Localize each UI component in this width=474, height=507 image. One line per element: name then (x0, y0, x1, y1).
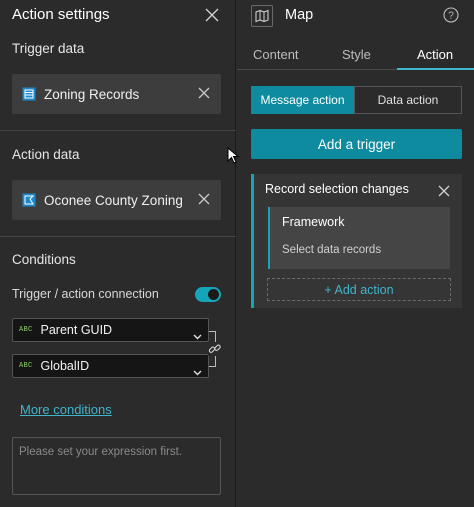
framework-action-item[interactable]: Framework Select data records (268, 207, 450, 269)
remove-action-data-icon[interactable] (197, 192, 211, 211)
active-tab-indicator (397, 68, 474, 70)
close-icon[interactable] (204, 7, 220, 23)
data-action-segment[interactable]: Data action (354, 86, 462, 114)
remove-trigger-icon[interactable] (438, 184, 450, 202)
panel-title: Action settings (12, 6, 110, 23)
chevron-down-icon (193, 363, 202, 381)
widget-title: Map (285, 7, 314, 23)
feature-layer-icon (22, 193, 36, 207)
link-icon (208, 342, 222, 356)
trigger-field-name: Parent GUID (40, 323, 113, 337)
framework-subtitle: Select data records (282, 244, 382, 256)
trigger-data-source-name: Zoning Records (44, 86, 140, 102)
expression-box[interactable]: Please set your expression first. (12, 437, 221, 495)
widget-settings-panel: Map ? Content Style Action Message actio… (237, 0, 474, 507)
tab-style[interactable]: Style (342, 47, 371, 62)
divider (0, 130, 236, 131)
connection-label: Trigger / action connection (12, 287, 159, 301)
remove-trigger-data-icon[interactable] (197, 86, 211, 105)
settings-tabs: Content Style Action (237, 44, 474, 70)
action-data-label: Action data (12, 147, 80, 162)
add-trigger-button[interactable]: Add a trigger (251, 129, 462, 159)
divider (0, 236, 236, 237)
widget-header: Map ? (237, 0, 474, 36)
action-settings-panel: Action settings Trigger data Zoning Reco… (0, 0, 236, 507)
help-icon[interactable]: ? (443, 7, 459, 23)
message-action-segment[interactable]: Message action (251, 86, 354, 114)
action-field-name: GlobalID (40, 359, 90, 373)
action-field-select[interactable]: ABC GlobalID (12, 354, 209, 378)
trigger-field-select[interactable]: ABC Parent GUID (12, 318, 209, 342)
trigger-data-label: Trigger data (12, 41, 85, 56)
string-field-type-icon: ABC (19, 362, 33, 370)
action-data-source-name: Oconee County Zoning (44, 192, 183, 208)
table-icon (22, 87, 36, 101)
trigger-card: Record selection changes Framework Selec… (251, 174, 462, 308)
svg-text:?: ? (448, 11, 454, 22)
framework-title: Framework (282, 215, 345, 229)
tab-action[interactable]: Action (417, 47, 453, 62)
trigger-title: Record selection changes (265, 182, 409, 196)
conditions-label: Conditions (12, 252, 76, 267)
tab-content[interactable]: Content (253, 47, 299, 62)
string-field-type-icon: ABC (19, 326, 33, 334)
chevron-down-icon (193, 327, 202, 345)
trigger-data-source-chip[interactable]: Zoning Records (12, 74, 221, 114)
action-data-source-chip[interactable]: Oconee County Zoning (12, 180, 221, 220)
toggle-knob (208, 289, 219, 300)
add-action-button[interactable]: + Add action (267, 278, 451, 301)
map-icon (251, 5, 273, 27)
more-conditions-link[interactable]: More conditions (20, 402, 112, 417)
mouse-cursor-icon (227, 146, 240, 170)
expression-placeholder: Please set your expression first. (19, 446, 182, 458)
connection-toggle[interactable] (195, 287, 221, 302)
